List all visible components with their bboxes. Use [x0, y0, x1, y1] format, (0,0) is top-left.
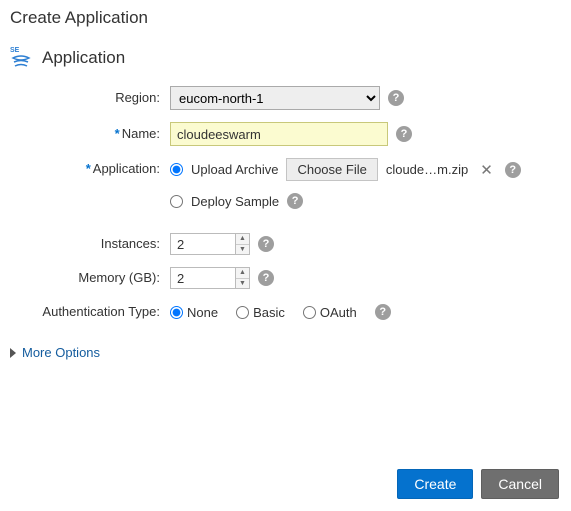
label-name: *Name:: [10, 123, 170, 145]
disclosure-triangle-icon: [10, 348, 16, 358]
help-icon[interactable]: ?: [505, 162, 521, 178]
label-region: Region:: [10, 87, 170, 109]
svg-text:SE: SE: [10, 47, 20, 54]
name-input[interactable]: [170, 122, 388, 146]
memory-stepper[interactable]: ▲ ▼: [170, 267, 250, 289]
label-auth: Authentication Type:: [10, 301, 170, 323]
section-title: Application: [42, 48, 125, 68]
java-icon: SE: [10, 44, 34, 72]
auth-option-basic[interactable]: Basic: [236, 305, 285, 320]
row-application: *Application: Upload Archive Choose File…: [10, 158, 561, 221]
more-options-label: More Options: [22, 345, 100, 360]
section-header: SE Application: [0, 40, 571, 82]
upload-archive-radio[interactable]: [170, 163, 183, 176]
help-icon[interactable]: ?: [258, 270, 274, 286]
help-icon[interactable]: ?: [375, 304, 391, 320]
instances-step-down-icon[interactable]: ▼: [236, 245, 249, 255]
auth-label-basic: Basic: [253, 305, 285, 320]
label-memory: Memory (GB):: [10, 267, 170, 289]
memory-input[interactable]: [171, 268, 235, 288]
row-region: Region: eucom-north-1 ?: [10, 86, 561, 110]
label-instances: Instances:: [10, 233, 170, 255]
region-select[interactable]: eucom-north-1: [170, 86, 380, 110]
row-memory: Memory (GB): ▲ ▼ ?: [10, 267, 561, 289]
dialog-title: Create Application: [0, 0, 571, 40]
upload-archive-row: Upload Archive Choose File cloude…m.zip …: [170, 158, 521, 181]
auth-label-oauth: OAuth: [320, 305, 357, 320]
help-icon[interactable]: ?: [396, 126, 412, 142]
auth-option-none[interactable]: None: [170, 305, 218, 320]
auth-option-oauth[interactable]: OAuth: [303, 305, 357, 320]
dialog-footer: Create Cancel: [397, 469, 559, 499]
help-icon[interactable]: ?: [287, 193, 303, 209]
instances-step-up-icon[interactable]: ▲: [236, 234, 249, 245]
memory-step-up-icon[interactable]: ▲: [236, 268, 249, 279]
deploy-sample-label: Deploy Sample: [191, 194, 279, 209]
instances-stepper[interactable]: ▲ ▼: [170, 233, 250, 255]
help-icon[interactable]: ?: [388, 90, 404, 106]
help-icon[interactable]: ?: [258, 236, 274, 252]
clear-file-icon[interactable]: ✕: [476, 161, 497, 179]
create-button[interactable]: Create: [397, 469, 473, 499]
auth-label-none: None: [187, 305, 218, 320]
row-instances: Instances: ▲ ▼ ?: [10, 233, 561, 255]
row-name: *Name: ?: [10, 122, 561, 146]
auth-radio-none[interactable]: [170, 306, 183, 319]
instances-input[interactable]: [171, 234, 235, 254]
uploaded-filename: cloude…m.zip: [386, 162, 468, 177]
deploy-sample-radio[interactable]: [170, 195, 183, 208]
choose-file-button[interactable]: Choose File: [286, 158, 377, 181]
cancel-button[interactable]: Cancel: [481, 469, 559, 499]
label-application: *Application:: [10, 158, 170, 180]
row-auth: Authentication Type: None Basic OAuth ?: [10, 301, 561, 323]
more-options-toggle[interactable]: More Options: [0, 335, 571, 370]
auth-radio-basic[interactable]: [236, 306, 249, 319]
form: Region: eucom-north-1 ? *Name: ? *Applic…: [0, 82, 571, 323]
memory-step-down-icon[interactable]: ▼: [236, 279, 249, 289]
deploy-sample-row: Deploy Sample ?: [170, 193, 521, 209]
upload-archive-label: Upload Archive: [191, 162, 278, 177]
auth-radio-oauth[interactable]: [303, 306, 316, 319]
